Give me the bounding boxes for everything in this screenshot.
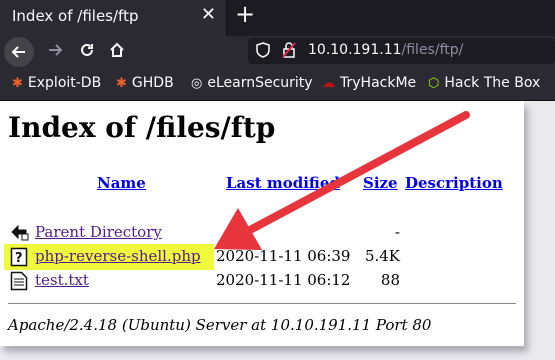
bookmarks-toolbar: ✱ Exploit-DB ✱ GHDB ◎ eLearnSecurity ☁ TryHa… [0, 68, 555, 101]
back-arrow-icon[interactable] [4, 37, 34, 67]
bookmark-hack-the-box[interactable]: ⬡ Hack The Box [428, 75, 540, 91]
column-header-description[interactable]: Description [405, 174, 503, 192]
reload-icon[interactable] [74, 37, 100, 63]
file-size: - [394, 223, 400, 241]
tab-index-files-ftp[interactable]: Index of /files/ftp ✕ [0, 0, 227, 36]
back-folder-icon [10, 223, 29, 241]
close-icon[interactable]: ✕ [201, 4, 216, 25]
address-bar[interactable]: 10.10.191.11/files/ftp/ [248, 38, 555, 64]
bookmark-tryhackme[interactable]: ☁ TryHackMe [322, 75, 416, 91]
globe-icon: ◎ [191, 76, 203, 91]
tab-title: Index of /files/ftp [12, 7, 139, 25]
bookmark-exploit-db[interactable]: ✱ Exploit-DB [12, 75, 101, 91]
new-tab-icon[interactable]: + [235, 0, 255, 28]
bookmark-label: GHDB [131, 75, 174, 91]
file-link-parent-directory[interactable]: Parent Directory [35, 223, 162, 241]
home-icon[interactable] [104, 37, 130, 63]
url-host: 10.10.191.11 [308, 42, 402, 58]
unknown-file-icon: ? [10, 247, 28, 267]
table-row: Parent Directory - [0, 221, 520, 245]
url-text[interactable]: 10.10.191.11/files/ftp/ [308, 42, 463, 58]
bug-icon: ✱ [116, 76, 127, 91]
bookmark-ghdb[interactable]: ✱ GHDB [116, 75, 174, 91]
server-signature: Apache/2.4.18 (Ubuntu) Server at 10.10.1… [8, 316, 432, 334]
forward-arrow-icon[interactable] [42, 37, 68, 63]
file-modified-date: 2020-11-11 06:12 [216, 271, 351, 289]
bookmark-elearnsecurity[interactable]: ◎ eLearnSecurity [191, 75, 313, 91]
cube-icon: ⬡ [428, 76, 440, 91]
table-row: test.txt 2020-11-11 06:12 88 [0, 269, 520, 293]
column-header-last-modified[interactable]: Last modified [226, 174, 340, 192]
file-size: 5.4K [364, 247, 400, 265]
file-size: 88 [380, 271, 400, 289]
column-header-name[interactable]: Name [97, 174, 146, 192]
file-link-php-reverse-shell[interactable]: php-reverse-shell.php [35, 247, 201, 265]
bookmark-label: Exploit-DB [27, 75, 102, 91]
divider [8, 303, 516, 304]
column-header-size[interactable]: Size [363, 174, 398, 192]
insecure-lock-icon[interactable] [282, 42, 296, 62]
page-content: Index of /files/ftp Name Last modified S… [0, 101, 524, 346]
svg-text:?: ? [15, 251, 23, 266]
tab-bar: Index of /files/ftp ✕ + [0, 0, 555, 36]
bug-icon: ✱ [12, 76, 23, 91]
page-title: Index of /files/ftp [8, 111, 276, 144]
text-file-icon [10, 271, 28, 291]
bookmark-label: TryHackMe [340, 75, 417, 91]
file-modified-date: 2020-11-11 06:39 [216, 247, 351, 265]
file-link-test-txt[interactable]: test.txt [35, 271, 89, 289]
table-row: ? php-reverse-shell.php 2020-11-11 06:39… [0, 245, 520, 269]
bookmark-label: eLearnSecurity [207, 75, 313, 91]
url-path: /files/ftp/ [401, 42, 464, 58]
shield-icon[interactable] [256, 42, 270, 62]
tryhackme-icon: ☁ [322, 76, 335, 91]
bookmark-label: Hack The Box [444, 75, 541, 91]
